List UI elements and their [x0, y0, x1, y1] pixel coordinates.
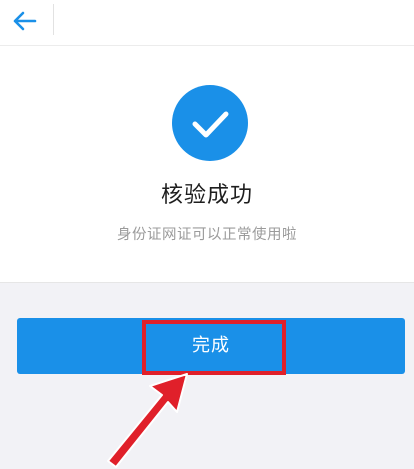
done-button-label: 完成	[192, 335, 230, 356]
result-subtitle: 身份证网证可以正常使用啦	[117, 227, 297, 243]
done-button[interactable]: 完成	[17, 318, 405, 375]
result-card: 核验成功 身份证网证可以正常使用啦	[0, 46, 414, 283]
back-button[interactable]	[8, 6, 42, 36]
result-title: 核验成功	[160, 183, 253, 208]
arrow-left-icon	[13, 11, 37, 31]
header-divider	[53, 4, 54, 35]
top-bar	[0, 0, 414, 46]
check-circle-icon	[172, 85, 248, 161]
